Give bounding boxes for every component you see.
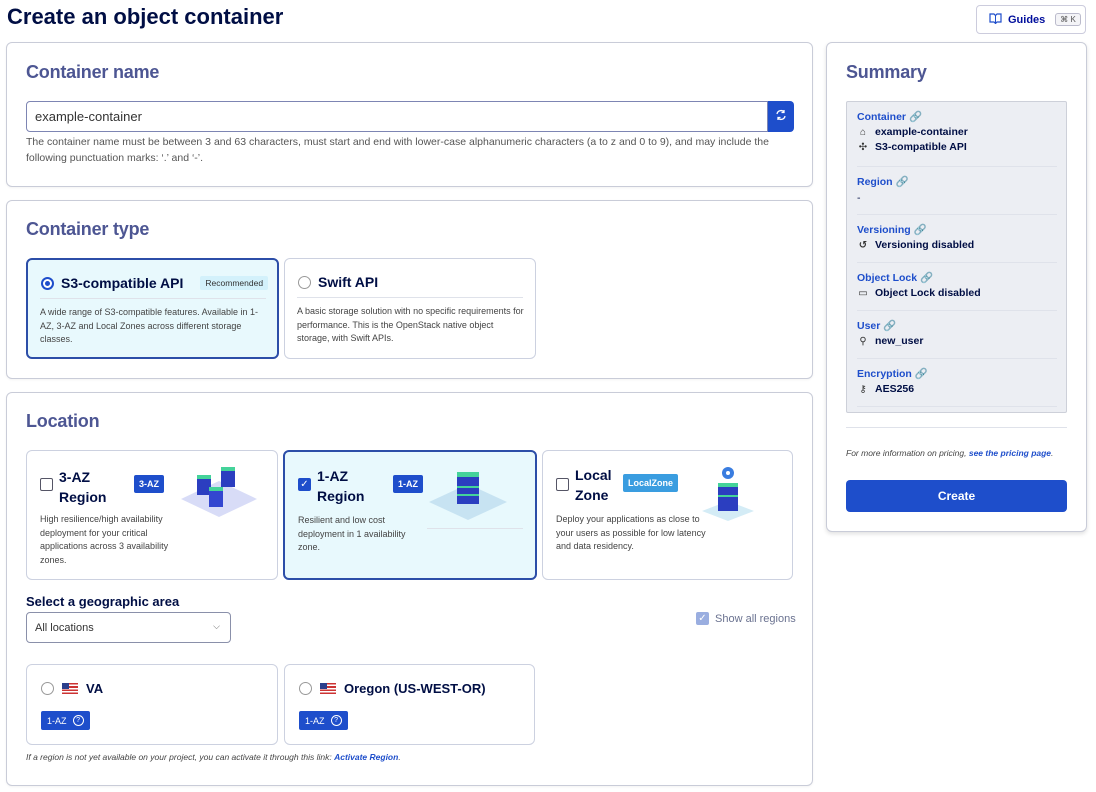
puzzle-icon: ✣ [858,141,868,153]
local-zone-option[interactable]: Local Zone LocalZone Deploy your applica… [542,450,793,580]
recommended-badge: Recommended [200,276,269,290]
3az-region-option[interactable]: 3-AZ Region 3-AZ High resilience/high av… [26,450,278,580]
region-az-badge: 1-AZ? [299,711,348,730]
create-button[interactable]: Create [846,480,1067,512]
versioning-link[interactable]: Versioning 🔗 [857,223,974,236]
summary-region: Region 🔗 - [857,175,909,204]
refresh-name-button[interactable] [768,101,794,132]
guides-label: Guides [1008,13,1046,26]
3az-checkbox[interactable] [40,478,53,491]
object-lock-link[interactable]: Object Lock 🔗 [857,271,981,284]
pricing-link[interactable]: see the pricing page [969,448,1051,458]
guides-button[interactable]: Guides ⌘ K [976,5,1086,34]
us-flag-icon [320,683,336,694]
show-all-checkbox[interactable]: ✓ [696,612,709,625]
container-name-heading: Container name [26,62,160,82]
encryption-link[interactable]: Encryption 🔗 [857,367,928,380]
folder-lock-icon: ▭ [858,287,868,299]
link-icon: 🔗 [920,272,934,284]
1az-title: 1-AZ Region [317,468,365,504]
region-card-va[interactable]: VA 1-AZ? [26,664,278,745]
container-type-heading: Container type [26,219,150,239]
link-icon: 🔗 [883,320,897,332]
1az-illustration [427,462,509,527]
local-zone-checkbox[interactable] [556,478,569,491]
local-zone-desc: Deploy your applications as close to you… [556,514,706,551]
refresh-icon [775,108,787,126]
us-flag-icon [62,683,78,694]
page-title: Create an object container [7,4,284,29]
key-icon: ⚷ [859,383,867,395]
1az-badge: 1-AZ [393,475,423,493]
region-radio[interactable] [299,682,312,695]
user-link[interactable]: User 🔗 [857,319,923,332]
history-icon: ↺ [858,239,868,251]
local-zone-illustration [698,465,758,528]
region-link[interactable]: Region 🔗 [857,175,909,188]
region-radio[interactable] [41,682,54,695]
summary-encryption: Encryption 🔗 ⚷ AES256 [857,367,928,395]
3az-badge: 3-AZ [134,475,164,493]
container-link[interactable]: Container 🔗 [857,110,968,123]
swift-api-option[interactable]: Swift API A basic storage solution with … [284,258,536,359]
3az-illustration [179,461,259,526]
geo-area-select[interactable]: All locations ⌵ [26,612,231,643]
s3-radio[interactable] [41,276,54,290]
link-icon: 🔗 [908,111,923,123]
geo-area-label: Select a geographic area [26,594,180,609]
region-name: Oregon (US-WEST-OR) [344,681,486,696]
s3-desc: A wide range of S3-compatible features. … [40,307,258,344]
container-name-input[interactable] [26,101,768,132]
1az-region-option[interactable]: ✓ 1-AZ Region 1-AZ Resilient and low cos… [283,450,537,580]
1az-desc: Resilient and low cost deployment in 1 a… [298,515,406,552]
summary-heading: Summary [846,62,927,82]
region-az-badge: 1-AZ? [41,711,90,730]
3az-title: 3-AZ Region [59,469,107,505]
3az-desc: High resilience/high availability deploy… [40,514,169,565]
region-note: If a region is not yet available on your… [26,752,401,762]
activate-region-link[interactable]: Activate Region [334,752,398,762]
container-name-help: The container name must be between 3 and… [26,136,769,164]
pricing-note: For more information on pricing, see the… [846,448,1054,458]
location-heading: Location [26,411,100,431]
link-icon: 🔗 [895,176,909,188]
local-zone-title: Local Zone [575,467,612,503]
summary-versioning: Versioning 🔗 ↺ Versioning disabled [857,223,975,251]
s3-api-option[interactable]: S3-compatible API Recommended A wide ran… [26,258,279,359]
swift-radio[interactable] [298,275,311,289]
show-all-regions[interactable]: ✓ Show all regions [696,612,796,625]
tag-icon: ⌂ [859,126,867,138]
geo-area-value: All locations [35,622,94,634]
help-icon: ? [330,715,342,726]
shortcut-hint: ⌘ K [1055,13,1081,26]
1az-checkbox[interactable]: ✓ [298,478,311,491]
user-icon: ⚲ [859,335,867,347]
region-name: VA [86,681,104,696]
summary-user: User 🔗 ⚲ new_user [857,319,924,347]
link-icon: 🔗 [914,368,928,380]
s3-title: S3-compatible API [61,275,184,291]
summary-box: Container 🔗 ⌂ example-container ✣ S3-compa… [846,101,1067,413]
link-icon: 🔗 [913,224,927,236]
show-all-label: Show all regions [715,612,796,625]
swift-title: Swift API [318,274,379,290]
chevron-down-icon: ⌵ [213,621,220,631]
local-zone-badge: LocalZone [623,474,679,492]
summary-object-lock: Object Lock 🔗 ▭ Object Lock disabled [857,271,981,299]
summary-container: Container 🔗 ⌂ example-container ✣ S3-compa… [857,110,968,153]
swift-desc: A basic storage solution with no specifi… [297,306,524,343]
region-card-oregon[interactable]: Oregon (US-WEST-OR) 1-AZ? [284,664,535,745]
book-icon [989,12,1002,27]
help-icon: ? [72,715,84,726]
